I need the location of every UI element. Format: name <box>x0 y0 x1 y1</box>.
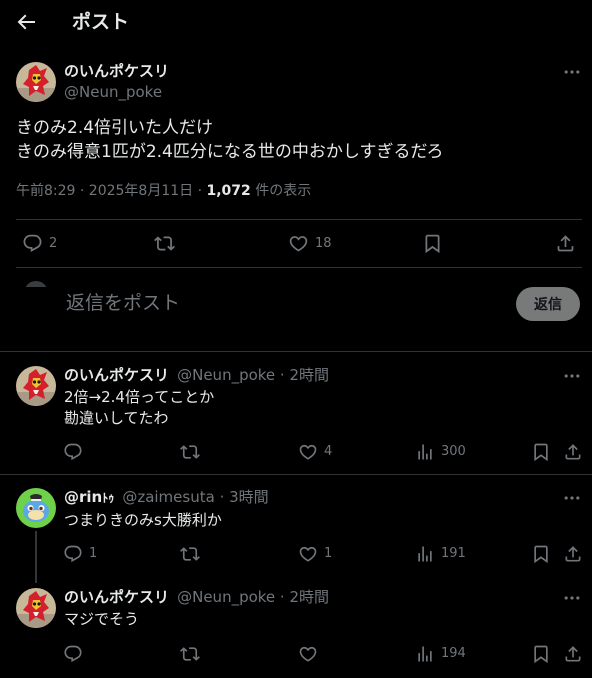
bookmark-icon <box>531 644 551 664</box>
repost-icon <box>180 544 200 564</box>
share-button[interactable] <box>555 233 576 254</box>
reply-button[interactable]: 1 <box>63 544 97 564</box>
bookmark-button[interactable] <box>531 544 551 564</box>
like-count: 1 <box>324 546 333 561</box>
view-count: 300 <box>441 444 466 459</box>
view-count: 194 <box>441 646 466 661</box>
reply-text: 2倍→2.4倍ってことか 勘違いしてたわ <box>64 387 214 429</box>
share-icon <box>563 544 583 564</box>
repost-button[interactable] <box>180 442 200 462</box>
share-icon <box>555 233 576 254</box>
divider <box>16 219 582 220</box>
bookmark-button[interactable] <box>531 644 551 664</box>
reply-text: つまりきのみs大勝利か <box>64 511 222 529</box>
avatar[interactable] <box>16 488 56 528</box>
view-count: 1,072 <box>206 183 251 199</box>
avatar[interactable] <box>16 588 56 628</box>
thread-connector <box>35 531 37 583</box>
reply-header: @rinﾄｩ @zaimesuta · 3時間 <box>64 487 269 507</box>
bookmark-button[interactable] <box>531 442 551 462</box>
reply-icon <box>63 544 83 564</box>
reply-header: のいんポケスリ @Neun_poke · 2時間 <box>64 587 329 607</box>
reply-button[interactable] <box>63 442 83 462</box>
share-button[interactable] <box>563 644 583 664</box>
reply-button[interactable]: 2 <box>22 233 57 254</box>
name-badge: ﾄｩ <box>102 491 115 505</box>
author-name[interactable]: のいんポケスリ <box>64 588 169 606</box>
like-button[interactable]: 1 <box>298 544 332 564</box>
post-text-line: きのみ2.4倍引いた人だけ <box>16 118 214 138</box>
views-icon <box>415 544 435 564</box>
views-label: 件の表示 <box>250 183 312 199</box>
share-button[interactable] <box>563 442 583 462</box>
author-meta[interactable]: @Neun_poke · 2時間 <box>177 366 329 384</box>
reply-icon <box>63 644 83 664</box>
reply-submit-button[interactable]: 返信 <box>516 287 580 321</box>
divider <box>0 351 592 352</box>
repost-icon <box>154 233 175 254</box>
like-icon <box>288 233 309 254</box>
author-handle[interactable]: @Neun_poke <box>64 82 162 102</box>
repost-button[interactable] <box>180 544 200 564</box>
like-count: 4 <box>324 444 333 459</box>
post-text: きのみ2.4倍引いた人だけ きのみ得意1匹が2.4匹分になる世の中おかしすぎるだ… <box>16 116 444 164</box>
reply-count: 2 <box>49 235 58 251</box>
more-icon[interactable] <box>562 366 582 386</box>
share-icon <box>563 644 583 664</box>
divider <box>0 474 592 475</box>
reply-text-line: 2倍→2.4倍ってことか <box>64 388 215 406</box>
like-button[interactable]: 4 <box>298 442 332 462</box>
divider <box>16 267 582 268</box>
avatar[interactable] <box>16 62 56 102</box>
views-icon <box>415 442 435 462</box>
bookmark-icon <box>531 544 551 564</box>
share-icon <box>563 442 583 462</box>
repost-button[interactable] <box>154 233 175 254</box>
repost-button[interactable] <box>180 644 200 664</box>
more-icon[interactable] <box>562 62 582 82</box>
bookmark-icon <box>422 233 443 254</box>
share-button[interactable] <box>563 544 583 564</box>
bookmark-icon <box>531 442 551 462</box>
post-timestamp[interactable]: 午前8:29 · 2025年8月11日 · <box>16 183 207 199</box>
reply-text: マジでそう <box>64 610 140 628</box>
author-name[interactable]: @rin <box>64 488 102 506</box>
reply-button[interactable] <box>63 644 83 664</box>
like-button[interactable] <box>298 644 318 664</box>
views-button[interactable]: 194 <box>415 644 466 664</box>
page-title: ポスト <box>72 11 130 33</box>
author-meta[interactable]: @Neun_poke · 2時間 <box>177 588 329 606</box>
post-text-line: きのみ得意1匹が2.4匹分になる世の中おかしすぎるだろ <box>16 142 444 162</box>
author-name[interactable]: のいんポケスリ <box>64 366 169 384</box>
reply-text-line: 勘違いしてたわ <box>64 409 169 427</box>
reply-count: 1 <box>89 546 98 561</box>
reply-input[interactable]: 返信をポスト <box>66 290 180 316</box>
repost-icon <box>180 644 200 664</box>
more-icon[interactable] <box>562 488 582 508</box>
bookmark-button[interactable] <box>422 233 443 254</box>
avatar[interactable] <box>16 366 56 406</box>
like-icon <box>298 442 318 462</box>
reply-icon <box>63 442 83 462</box>
reply-icon <box>22 233 43 254</box>
views-icon <box>415 644 435 664</box>
like-icon <box>298 644 318 664</box>
like-count: 18 <box>315 235 332 251</box>
repost-icon <box>180 442 200 462</box>
view-count: 191 <box>441 546 466 561</box>
author-meta[interactable]: @zaimesuta · 3時間 <box>122 488 268 506</box>
author-name[interactable]: のいんポケスリ <box>64 61 169 81</box>
reply-header: のいんポケスリ @Neun_poke · 2時間 <box>64 365 329 385</box>
back-arrow-icon[interactable] <box>14 10 38 34</box>
composer-avatar <box>24 281 48 287</box>
views-button[interactable]: 191 <box>415 544 466 564</box>
more-icon[interactable] <box>562 588 582 608</box>
like-button[interactable]: 18 <box>288 233 332 254</box>
post-meta: 午前8:29 · 2025年8月11日 · 1,072 件の表示 <box>16 181 311 201</box>
like-icon <box>298 544 318 564</box>
views-button[interactable]: 300 <box>415 442 466 462</box>
